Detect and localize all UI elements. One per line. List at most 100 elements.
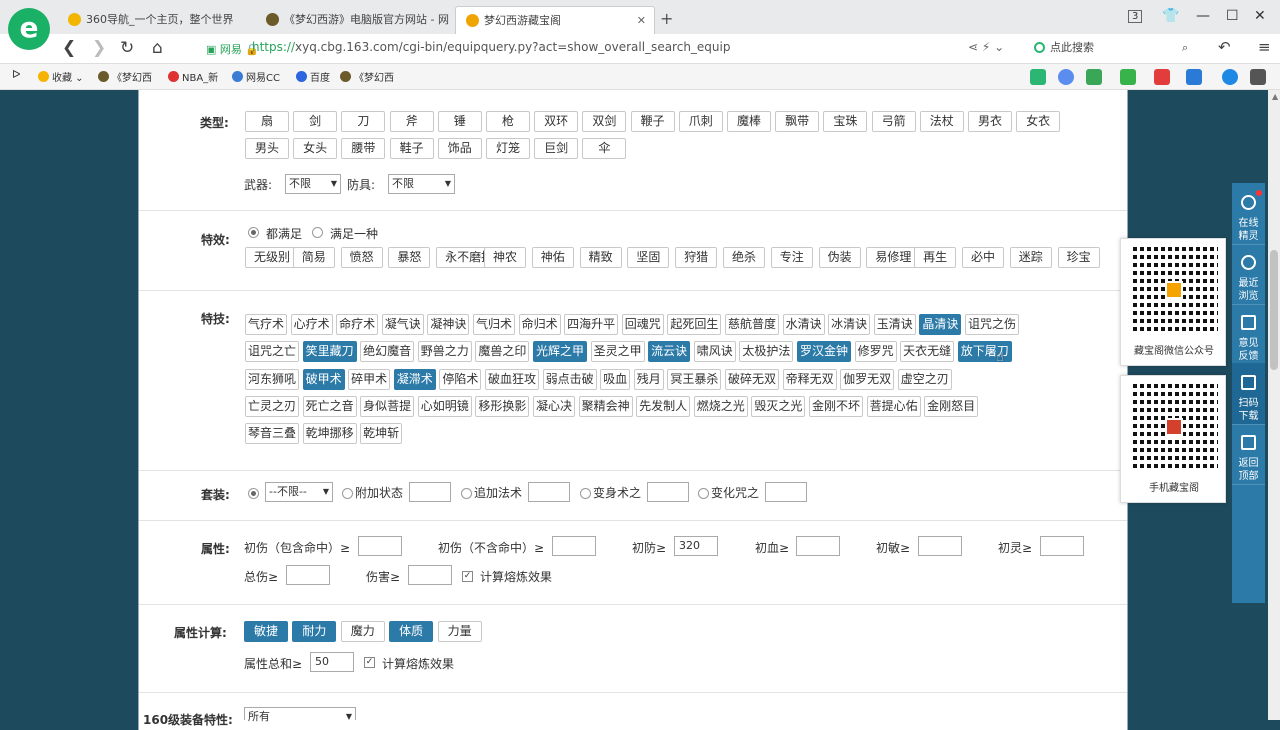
translate-icon[interactable]	[1120, 69, 1136, 85]
skill-button[interactable]: 停陷术	[439, 368, 482, 390]
effect-button[interactable]: 坚固	[627, 247, 670, 268]
skill-button[interactable]: 河东狮吼	[245, 368, 299, 390]
type-button[interactable]: 刀	[341, 111, 386, 132]
skill-button[interactable]: 冥王暴杀	[667, 368, 722, 390]
type-button[interactable]: 魔棒	[727, 111, 771, 132]
type-button[interactable]: 斧	[389, 111, 434, 132]
type-button[interactable]: 宝珠	[823, 111, 868, 132]
back-icon[interactable]: ❮	[62, 38, 76, 58]
attr-input[interactable]	[918, 536, 962, 556]
type-button[interactable]: 双剑	[582, 111, 627, 132]
forward-icon[interactable]: ❯	[92, 38, 106, 58]
tab-cbg[interactable]: 梦幻西游藏宝阁 ✕	[455, 6, 655, 34]
type-button[interactable]: 飘带	[775, 111, 820, 132]
skill-button[interactable]: 水清诀	[782, 314, 825, 335]
search-box[interactable]: 点此搜索 ⌕	[1030, 37, 1200, 59]
suit-option-radio[interactable]	[342, 488, 353, 499]
effect-button[interactable]: 无级别	[245, 247, 299, 268]
skill-button[interactable]: 凝神诀	[427, 314, 470, 335]
grid-icon[interactable]	[1186, 69, 1202, 85]
effect-button[interactable]: 狩猎	[675, 247, 718, 268]
attr-sum-input[interactable]: 50	[310, 652, 354, 672]
skill-button[interactable]: 命疗术	[336, 314, 379, 335]
type-button[interactable]: 双环	[534, 111, 579, 132]
skill-button[interactable]: 凝气诀	[381, 314, 424, 335]
skill-button[interactable]: 命归术	[518, 314, 561, 335]
attr-input[interactable]	[286, 565, 330, 585]
skill-button[interactable]: 碎甲术	[348, 368, 391, 390]
effect-button[interactable]: 绝杀	[723, 247, 765, 268]
effect-button[interactable]: 简易	[292, 247, 335, 268]
new-tab-button[interactable]: +	[660, 9, 673, 28]
url-text[interactable]: https://xyq.cbg.163.com/cgi-bin/equipque…	[252, 40, 730, 54]
search-icon[interactable]: ⌕	[1182, 37, 1188, 59]
side-item[interactable]: 最近浏览	[1232, 243, 1265, 305]
effect-button[interactable]: 伪装	[818, 247, 861, 268]
skill-button[interactable]: 诅咒之亡	[245, 341, 299, 363]
suit-option-input[interactable]	[409, 482, 451, 502]
type-button[interactable]: 剑	[293, 111, 338, 132]
skill-button[interactable]: 亡灵之刃	[245, 395, 299, 417]
skill-button[interactable]: 弱点击破	[542, 368, 597, 390]
skill-button[interactable]: 金刚不坏	[809, 395, 863, 417]
attrcalc-button[interactable]: 魔力	[340, 621, 385, 642]
skill-button[interactable]: 起死回生	[667, 314, 722, 335]
home-icon[interactable]: ⌂	[152, 38, 163, 58]
effect-any-radio[interactable]	[312, 227, 323, 238]
attrcalc-refine-checkbox[interactable]: ✓	[364, 657, 375, 668]
type-button[interactable]: 扇	[245, 111, 289, 132]
attrcalc-button[interactable]: 耐力	[292, 621, 337, 642]
tab-count-badge[interactable]: 3	[1128, 10, 1143, 23]
maximize-button[interactable]: ☐	[1226, 8, 1239, 24]
minimize-button[interactable]: —	[1196, 8, 1210, 24]
skill-button[interactable]: 帝释无双	[782, 368, 837, 390]
extension-icon[interactable]	[1030, 69, 1046, 85]
effect-all-radio[interactable]	[248, 227, 259, 238]
skill-button[interactable]: 凝滞术	[393, 368, 436, 390]
bookmark-1[interactable]: 《梦幻西	[98, 69, 152, 84]
skill-button[interactable]: 虚空之刃	[897, 368, 952, 390]
attr-input[interactable]	[552, 536, 596, 556]
suit-option-radio[interactable]	[698, 488, 709, 499]
menu-icon[interactable]: ≡	[1258, 38, 1271, 56]
type-button[interactable]: 鞋子	[389, 138, 434, 159]
skill-button[interactable]: 死亡之音	[302, 395, 357, 417]
suit-radio[interactable]	[248, 488, 259, 499]
effect-button[interactable]: 精致	[579, 247, 622, 268]
skill-button[interactable]: 太极护法	[739, 341, 794, 363]
skill-button[interactable]: 移形换影	[475, 395, 530, 417]
type-button[interactable]: 男头	[245, 138, 289, 159]
skill-button[interactable]: 回魂咒	[621, 314, 664, 335]
share-icon[interactable]: ⋖ ⚡ ⌄	[968, 40, 1004, 54]
skill-button[interactable]: 残月	[633, 368, 664, 390]
undo-icon[interactable]: ↶	[1218, 38, 1231, 56]
sidebar-toggle-icon[interactable]: ᐅ	[12, 68, 20, 81]
skill-button[interactable]: 乾坤斩	[360, 423, 403, 445]
skill-button[interactable]: 气归术	[473, 314, 515, 335]
type-button[interactable]: 饰品	[437, 138, 482, 159]
skill-button[interactable]: 破血狂攻	[485, 368, 539, 390]
skill-button[interactable]: 啸风诀	[693, 341, 736, 363]
attr-input[interactable]	[358, 536, 402, 556]
effect-button[interactable]: 愤怒	[340, 247, 383, 268]
skill-button[interactable]: 修罗咒	[854, 341, 897, 363]
skill-button[interactable]: 流云诀	[648, 341, 691, 363]
skill-button[interactable]: 凝心决	[533, 395, 575, 417]
skill-button[interactable]: 天衣无缝	[900, 341, 955, 363]
effect-button[interactable]: 神农	[484, 247, 526, 268]
attr-input[interactable]	[408, 565, 452, 585]
skill-button[interactable]: 心疗术	[290, 314, 333, 335]
skill-button[interactable]: 野兽之力	[417, 341, 472, 363]
type-button[interactable]: 女衣	[1016, 111, 1061, 132]
skill-button[interactable]: 光辉之甲	[533, 341, 587, 363]
bookmark-5[interactable]: 《梦幻西	[340, 69, 394, 84]
skill-button[interactable]: 心如明镜	[417, 395, 472, 417]
bookmark-favorites[interactable]: 收藏 ⌄	[38, 69, 84, 84]
reload-icon[interactable]: ↻	[120, 38, 134, 58]
type-button[interactable]: 弓箭	[871, 111, 916, 132]
skill-button[interactable]: 笑里藏刀	[302, 341, 357, 363]
type-button[interactable]: 男衣	[968, 111, 1012, 132]
effect-button[interactable]: 再生	[914, 247, 957, 268]
skill-button[interactable]: 身似菩提	[360, 395, 415, 417]
skill-button[interactable]: 伽罗无双	[840, 368, 895, 390]
